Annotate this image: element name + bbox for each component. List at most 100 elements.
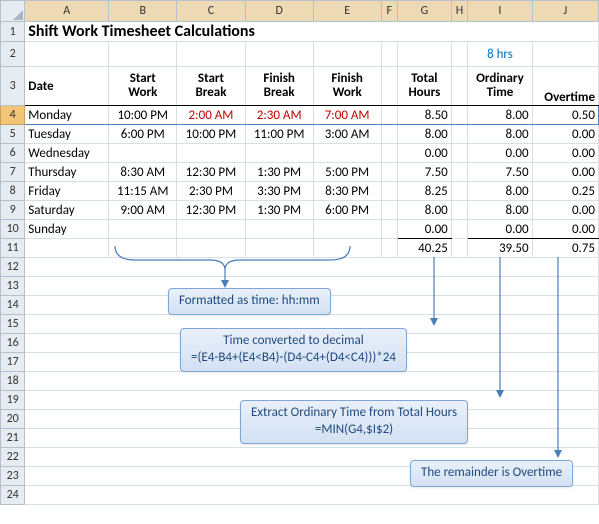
row-header-6[interactable]: 6 [1,144,25,163]
cell[interactable] [313,144,381,163]
cell[interactable]: Sunday [25,220,109,239]
cell[interactable]: 9:00 AM [109,201,177,220]
total-hours-sum[interactable]: 40.25 [397,239,451,258]
cell[interactable]: 0.00 [532,125,598,144]
col-header-B[interactable]: B [109,1,177,22]
cell[interactable]: 10:00 PM [109,106,177,125]
cell[interactable]: 8.00 [468,182,532,201]
cell[interactable]: Tuesday [25,125,109,144]
row-header-15[interactable]: 15 [1,315,25,334]
col-header-I[interactable]: I [468,1,532,22]
col-header-H[interactable]: H [451,1,468,22]
row-header-8[interactable]: 8 [1,182,25,201]
cell[interactable]: 11:15 AM [109,182,177,201]
cell[interactable]: 2:30 PM [177,182,245,201]
row-header-13[interactable]: 13 [1,277,25,296]
row-header-17[interactable]: 17 [1,353,25,372]
cell[interactable]: 8.00 [468,106,532,125]
row-header-4[interactable]: 4 [1,106,25,125]
cell[interactable]: 0.00 [397,220,451,239]
cell[interactable]: 8.00 [468,201,532,220]
header-overtime: Overtime [532,67,598,106]
cell-day[interactable]: Monday [25,106,109,125]
row-header-10[interactable]: 10 [1,220,25,239]
cell[interactable]: 8.00 [397,125,451,144]
select-all-corner[interactable] [1,1,25,22]
row-header-20[interactable]: 20 [1,410,25,429]
row-header-18[interactable]: 18 [1,372,25,391]
cell[interactable]: 0.00 [397,144,451,163]
col-header-A[interactable]: A [25,1,109,22]
row-header-24[interactable]: 24 [1,486,25,505]
cell[interactable]: 0.00 [532,163,598,182]
callout-overtime: The remainder is Overtime [410,460,573,487]
cell[interactable]: 1:30 PM [245,163,313,182]
col-header-J[interactable]: J [532,1,598,22]
cell[interactable]: 8:30 PM [313,182,381,201]
cell[interactable]: 11:00 PM [245,125,313,144]
col-header-C[interactable]: C [177,1,245,22]
cell[interactable]: 0.50 [532,106,598,125]
cell[interactable]: 7.50 [397,163,451,182]
callout-time-format: Formatted as time: hh:mm [168,288,331,315]
row-header-11[interactable]: 11 [1,239,25,258]
row-header-3[interactable]: 3 [1,67,25,106]
col-header-D[interactable]: D [245,1,313,22]
row-header-1[interactable]: 1 [1,22,25,42]
row-header-23[interactable]: 23 [1,467,25,486]
cell[interactable]: Thursday [25,163,109,182]
cell[interactable]: 8:30 AM [109,163,177,182]
row-header-12[interactable]: 12 [1,258,25,277]
cell[interactable]: 1:30 PM [245,201,313,220]
cell[interactable] [177,144,245,163]
cell[interactable]: 12:30 PM [177,201,245,220]
ordinary-limit[interactable]: 8 hrs [468,42,532,67]
col-header-E[interactable]: E [313,1,381,22]
cell[interactable]: 10:00 PM [177,125,245,144]
header-finish-work: FinishWork [313,67,381,106]
cell[interactable]: 0.00 [468,144,532,163]
cell[interactable]: Friday [25,182,109,201]
cell[interactable]: 0.00 [532,201,598,220]
ordinary-sum[interactable]: 39.50 [468,239,532,258]
cell[interactable]: 0.00 [532,144,598,163]
overtime-sum[interactable]: 0.75 [532,239,598,258]
col-header-G[interactable]: G [397,1,451,22]
cell[interactable]: Saturday [25,201,109,220]
cell[interactable]: 8.00 [397,201,451,220]
cell[interactable]: 0.25 [532,182,598,201]
cell[interactable]: 5:00 PM [313,163,381,182]
cell[interactable]: 8.25 [397,182,451,201]
cell[interactable]: 12:30 PM [177,163,245,182]
row-header-16[interactable]: 16 [1,334,25,353]
cell[interactable]: 6:00 PM [313,201,381,220]
header-start-break: StartBreak [177,67,245,106]
row-header-21[interactable]: 21 [1,429,25,448]
title-cell[interactable]: Shift Work Timesheet Calculations [25,22,599,42]
cell[interactable] [245,144,313,163]
cell[interactable]: 0.00 [468,220,532,239]
row-header-7[interactable]: 7 [1,163,25,182]
cell[interactable]: 3:30 PM [245,182,313,201]
cell[interactable]: 6:00 PM [109,125,177,144]
row-header-14[interactable]: 14 [1,296,25,315]
header-start-work: StartWork [109,67,177,106]
cell[interactable]: Wednesday [25,144,109,163]
row-header-22[interactable]: 22 [1,448,25,467]
header-finish-break: FinishBreak [245,67,313,106]
cell[interactable]: 8.50 [397,106,451,125]
callout-decimal-formula: Time converted to decimal=(E4-B4+(E4<B4)… [180,328,407,372]
cell[interactable]: 2:00 AM [177,106,245,125]
cell[interactable]: 8.00 [468,125,532,144]
cell[interactable]: 7.50 [468,163,532,182]
col-header-F[interactable]: F [381,1,397,22]
cell[interactable] [109,144,177,163]
row-header-19[interactable]: 19 [1,391,25,410]
row-header-5[interactable]: 5 [1,125,25,144]
cell[interactable]: 7:00 AM [313,106,381,125]
row-header-2[interactable]: 2 [1,42,25,67]
cell[interactable]: 3:00 AM [313,125,381,144]
cell[interactable]: 2:30 AM [245,106,313,125]
cell[interactable]: 0.00 [532,220,598,239]
row-header-9[interactable]: 9 [1,201,25,220]
